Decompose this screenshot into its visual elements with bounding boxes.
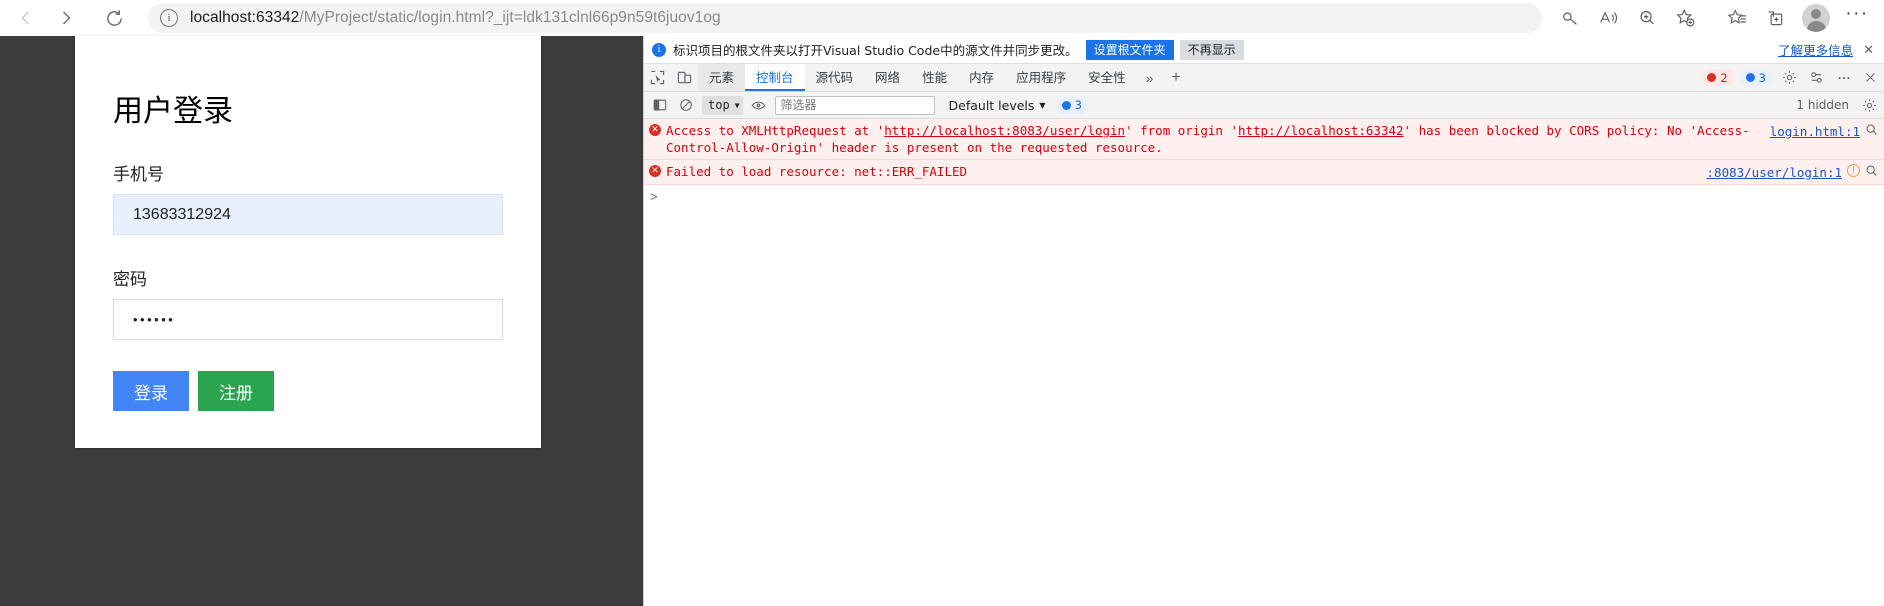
search-icon[interactable] xyxy=(1865,164,1878,181)
phone-input[interactable] xyxy=(113,194,503,235)
more-vertical-icon[interactable] xyxy=(1830,64,1857,91)
console-error-row[interactable]: ✕ Access to XMLHttpRequest at 'http://lo… xyxy=(644,119,1884,160)
execution-context-label: top xyxy=(708,98,730,112)
execution-context-selector[interactable]: top ▼ xyxy=(702,95,743,115)
login-button[interactable]: 登录 xyxy=(113,371,189,411)
info-count-badge[interactable]: 3 xyxy=(1740,69,1773,86)
page-viewport: 用户登录 手机号 密码 登录 注册 xyxy=(0,36,643,606)
address-bar[interactable]: i localhost:63342/MyProject/static/login… xyxy=(148,3,1542,33)
console-filter-input[interactable] xyxy=(774,95,935,115)
info-count-label: 3 xyxy=(1758,70,1766,85)
tabbar-spacer xyxy=(1190,64,1700,91)
console-message-text: Failed to load resource: net::ERR_FAILED xyxy=(666,164,968,179)
add-favorite-icon[interactable] xyxy=(1666,1,1704,35)
console-message-list[interactable]: ✕ Access to XMLHttpRequest at 'http://lo… xyxy=(644,119,1884,606)
banner-text: 标识项目的根文件夹以打开Visual Studio Code中的源文件并同步更改… xyxy=(673,43,1078,58)
close-devtools-icon[interactable] xyxy=(1857,64,1884,91)
error-icon: ✕ xyxy=(649,124,661,136)
tab-sources[interactable]: 源代码 xyxy=(805,64,865,91)
chevron-down-icon: ▼ xyxy=(734,100,740,110)
page-title: 用户登录 xyxy=(113,94,233,129)
console-info-badge[interactable]: 3 xyxy=(1056,96,1089,114)
browser-more-icon[interactable]: ··· xyxy=(1838,1,1876,35)
error-count-label: 2 xyxy=(1720,70,1728,85)
favorites-list-icon[interactable] xyxy=(1718,1,1756,35)
back-icon[interactable] xyxy=(6,2,46,34)
devtools-info-banner: i 标识项目的根文件夹以打开Visual Studio Code中的源文件并同步… xyxy=(644,36,1884,64)
hidden-messages-label: 1 hidden xyxy=(1796,98,1849,112)
inspect-element-icon[interactable] xyxy=(644,64,671,91)
clear-console-icon[interactable] xyxy=(673,92,699,118)
login-button-row: 登录 注册 xyxy=(113,371,541,411)
info-circle-icon[interactable]: i xyxy=(160,9,178,27)
url-text: localhost:63342/MyProject/static/login.h… xyxy=(190,9,721,27)
tab-performance[interactable]: 性能 xyxy=(911,64,958,91)
zoom-icon[interactable] xyxy=(1628,1,1666,35)
password-input[interactable] xyxy=(113,299,503,340)
error-count-badge[interactable]: 2 xyxy=(1702,69,1735,86)
tab-elements[interactable]: 元素 xyxy=(698,64,746,91)
info-dot-icon xyxy=(1061,100,1071,110)
close-icon[interactable]: ✕ xyxy=(1863,42,1874,58)
info-circle-filled-icon: i xyxy=(652,42,666,57)
console-message-text: Access to XMLHttpRequest at 'http://loca… xyxy=(666,122,1770,156)
key-icon[interactable] xyxy=(1552,1,1590,35)
request-url-link[interactable]: http://localhost:8083/user/login xyxy=(884,123,1125,138)
login-card: 用户登录 手机号 密码 登录 注册 xyxy=(75,36,541,448)
read-aloud-icon[interactable] xyxy=(1590,1,1628,35)
log-level-label: Default levels xyxy=(948,97,1035,113)
message-source-link[interactable]: :8083/user/login:1 xyxy=(1707,164,1842,181)
customize-icon[interactable] xyxy=(1803,64,1830,91)
info-dot-icon xyxy=(1745,73,1755,82)
phone-label: 手机号 xyxy=(113,165,164,185)
origin-url-link[interactable]: http://localhost:63342 xyxy=(1238,123,1404,138)
gear-icon[interactable] xyxy=(1776,64,1803,91)
forward-icon[interactable] xyxy=(46,2,86,34)
set-root-folder-button[interactable]: 设置根文件夹 xyxy=(1085,39,1174,60)
dont-show-again-button[interactable]: 不再显示 xyxy=(1179,39,1244,60)
msg-part: Access to XMLHttpRequest at xyxy=(666,123,877,138)
collections-icon[interactable] xyxy=(1756,1,1794,35)
browser-toolbar: i localhost:63342/MyProject/static/login… xyxy=(0,0,1884,36)
url-path: /MyProject/static/login.html?_ijt=ldk131… xyxy=(299,9,721,26)
add-tab-icon[interactable]: + xyxy=(1162,64,1189,91)
reload-icon[interactable] xyxy=(94,2,134,34)
tab-console[interactable]: 控制台 xyxy=(745,64,805,91)
console-error-row[interactable]: ✕ Failed to load resource: net::ERR_FAIL… xyxy=(644,160,1884,185)
console-info-count: 3 xyxy=(1074,98,1082,112)
console-message-meta: :8083/user/login:1 ! xyxy=(1707,163,1878,181)
tab-application[interactable]: 应用程序 xyxy=(1005,64,1077,91)
chevron-down-icon: ▼ xyxy=(1039,100,1046,110)
live-expression-icon[interactable] xyxy=(746,92,772,118)
console-prompt[interactable]: > xyxy=(644,185,1884,208)
message-source-link[interactable]: login.html:1 xyxy=(1770,123,1860,140)
tab-security[interactable]: 安全性 xyxy=(1077,64,1137,91)
devtools-tabbar: 元素 控制台 源代码 网络 性能 内存 应用程序 安全性 » + 2 3 xyxy=(644,64,1884,92)
console-toolbar: top ▼ Default levels ▼ 3 1 hidden xyxy=(644,92,1884,119)
msg-part: ' from origin xyxy=(1125,123,1231,138)
error-icon: ✕ xyxy=(649,165,661,177)
browser-toolbar-icons: ··· xyxy=(1552,1,1884,35)
device-toolbar-icon[interactable] xyxy=(671,64,698,91)
password-label: 密码 xyxy=(113,270,147,290)
devtools-panel: i 标识项目的根文件夹以打开Visual Studio Code中的源文件并同步… xyxy=(643,36,1884,606)
log-level-selector[interactable]: Default levels ▼ xyxy=(945,96,1049,115)
error-dot-icon xyxy=(1707,73,1717,82)
profile-avatar[interactable] xyxy=(1802,4,1830,32)
console-sidebar-icon[interactable] xyxy=(647,92,673,118)
msg-part: ' xyxy=(1230,123,1238,138)
register-button[interactable]: 注册 xyxy=(198,371,274,411)
learn-more-link[interactable]: 了解更多信息 xyxy=(1778,40,1853,59)
url-host: localhost:63342 xyxy=(190,9,300,26)
tab-overflow-icon[interactable]: » xyxy=(1137,64,1163,91)
tab-memory[interactable]: 内存 xyxy=(958,64,1005,91)
console-prompt-caret-icon: > xyxy=(650,189,658,204)
tab-network[interactable]: 网络 xyxy=(864,64,911,91)
search-icon[interactable] xyxy=(1865,123,1878,140)
console-settings-gear-icon[interactable] xyxy=(1857,98,1881,113)
console-message-meta: login.html:1 xyxy=(1770,122,1878,140)
warning-circle-icon[interactable]: ! xyxy=(1847,164,1860,177)
